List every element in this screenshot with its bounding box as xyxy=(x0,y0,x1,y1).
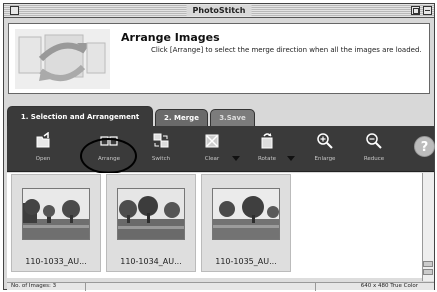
photostitch-window: PhotoStitch Arrange Images Click [Arrang… xyxy=(3,3,435,291)
guide-text: Click [Arrange] to select the merge dire… xyxy=(151,46,422,54)
arrange-highlight-circle xyxy=(80,138,137,174)
status-divider xyxy=(315,283,316,291)
step-tabs: 1. Selection and Arrangement 2. Merge 3.… xyxy=(4,106,434,126)
switch-icon xyxy=(153,133,169,148)
clear-dropdown-icon[interactable] xyxy=(232,156,240,161)
reduce-icon xyxy=(366,133,382,149)
reduce-button[interactable]: Reduce xyxy=(354,129,394,169)
tab-merge[interactable]: 2. Merge xyxy=(155,109,208,126)
window-title: PhotoStitch xyxy=(186,5,252,16)
arrange-illustration-icon xyxy=(15,29,110,89)
open-label: Open xyxy=(35,156,51,162)
thumbnail-area: 110-1033_AU... 110-1034_AU... 110-1035_A… xyxy=(7,173,422,278)
collapse-box[interactable] xyxy=(423,6,432,15)
image-count: No. of Images: 3 xyxy=(11,283,57,289)
thumbnail-item[interactable]: 110-1034_AU... xyxy=(106,174,196,272)
rotate-button[interactable]: Rotate xyxy=(247,129,287,169)
clear-icon xyxy=(205,134,219,148)
thumbnail-photo xyxy=(22,188,90,240)
thumbnail-photo xyxy=(212,188,280,240)
status-divider xyxy=(85,283,86,291)
thumbnail-caption: 110-1035_AU... xyxy=(215,257,277,266)
zoom-box[interactable] xyxy=(411,6,420,15)
open-button[interactable]: Open xyxy=(23,129,63,169)
scroll-down-arrow-icon[interactable] xyxy=(423,269,433,275)
rotate-icon xyxy=(261,133,273,149)
open-icon xyxy=(36,132,50,148)
guide-title: Arrange Images xyxy=(121,31,220,44)
enlarge-label: Enlarge xyxy=(314,156,336,162)
help-button[interactable]: ? xyxy=(414,136,435,157)
tab-save[interactable]: 3.Save xyxy=(210,109,255,126)
scroll-up-arrow-icon[interactable] xyxy=(423,261,433,267)
thumbnail-item[interactable]: 110-1035_AU... xyxy=(201,174,291,272)
enlarge-button[interactable]: Enlarge xyxy=(305,129,345,169)
title-bar[interactable]: PhotoStitch xyxy=(4,4,434,18)
tab-selection-and-arrangement[interactable]: 1. Selection and Arrangement xyxy=(7,106,153,126)
switch-label: Switch xyxy=(151,156,171,162)
thumbnail-item[interactable]: 110-1033_AU... xyxy=(11,174,101,272)
vertical-scrollbar[interactable] xyxy=(422,173,434,281)
enlarge-icon xyxy=(317,133,333,149)
thumbnail-caption: 110-1034_AU... xyxy=(120,257,182,266)
close-box[interactable] xyxy=(10,6,19,15)
toolbar: Open Arrange Switch Clear Rotate Enlarge… xyxy=(7,126,434,172)
thumbnail-caption: 110-1033_AU... xyxy=(25,257,87,266)
rotate-dropdown-icon[interactable] xyxy=(287,156,295,161)
reduce-label: Reduce xyxy=(363,156,385,162)
clear-button[interactable]: Clear xyxy=(192,129,232,169)
resolution-info: 640 x 480 True Color xyxy=(360,283,418,289)
thumbnail-photo xyxy=(117,188,185,240)
rotate-label: Rotate xyxy=(257,156,276,162)
status-bar: No. of Images: 3 640 x 480 True Color xyxy=(7,282,434,291)
guide-panel: Arrange Images Click [Arrange] to select… xyxy=(8,23,430,94)
switch-button[interactable]: Switch xyxy=(141,129,181,169)
clear-label: Clear xyxy=(204,156,220,162)
